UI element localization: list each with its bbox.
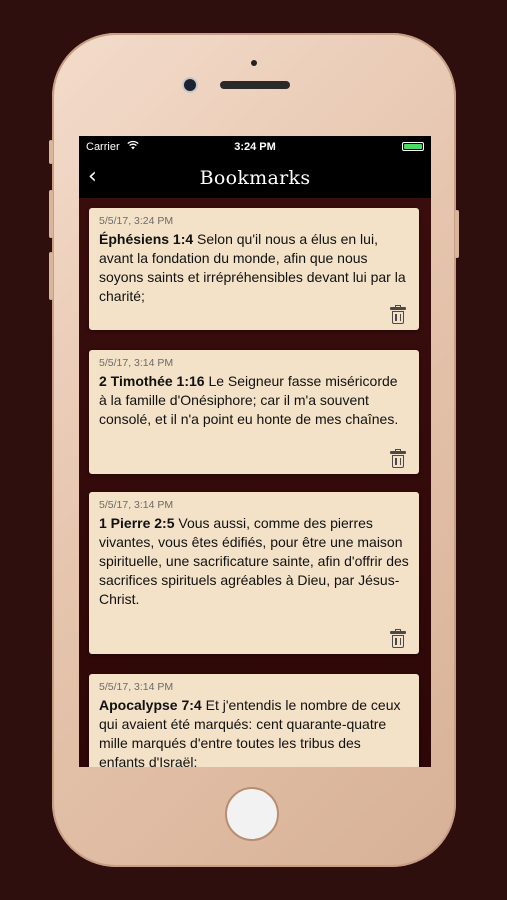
home-button[interactable] <box>225 787 279 841</box>
verse-reference: Apocalypse 7:4 <box>99 697 202 713</box>
verse-reference: 2 Timothée 1:16 <box>99 373 205 389</box>
bookmark-card[interactable]: 5/5/17, 3:14 PM 1 Pierre 2:5 Vous aussi,… <box>89 492 419 654</box>
bookmark-verse: Éphésiens 1:4 Selon qu'il nous a élus en… <box>99 230 409 306</box>
proximity-sensor <box>251 60 257 66</box>
verse-reference: 1 Pierre 2:5 <box>99 515 175 531</box>
bookmark-card[interactable]: 5/5/17, 3:24 PM Éphésiens 1:4 Selon qu'i… <box>89 208 419 330</box>
mute-switch <box>49 140 53 164</box>
status-time: 3:24 PM <box>234 141 276 153</box>
earpiece-speaker <box>220 81 290 89</box>
bookmark-verse: 2 Timothée 1:16 Le Seigneur fasse miséri… <box>99 372 409 429</box>
trash-icon[interactable] <box>390 449 406 468</box>
trash-icon[interactable] <box>390 305 406 324</box>
status-bar: Carrier 3:24 PM <box>79 136 431 158</box>
navigation-bar: ‹ Bookmarks <box>79 158 431 198</box>
verse-reference: Éphésiens 1:4 <box>99 231 194 247</box>
power-button <box>455 210 459 258</box>
volume-down-button <box>49 252 53 300</box>
battery-icon <box>402 142 424 151</box>
bookmark-verse: Apocalypse 7:4 Et j'entendis le nombre d… <box>99 696 409 767</box>
trash-icon[interactable] <box>390 629 406 648</box>
bookmark-verse: 1 Pierre 2:5 Vous aussi, comme des pierr… <box>99 514 409 609</box>
bookmark-timestamp: 5/5/17, 3:14 PM <box>99 499 174 511</box>
volume-up-button <box>49 190 53 238</box>
front-camera <box>184 79 196 91</box>
bookmark-card[interactable]: 5/5/17, 3:14 PM Apocalypse 7:4 Et j'ente… <box>89 674 419 767</box>
app-screen: Carrier 3:24 PM ‹ Bookmarks 5/5/17, 3:24… <box>79 136 431 767</box>
bookmark-timestamp: 5/5/17, 3:14 PM <box>99 681 174 693</box>
bookmark-card[interactable]: 5/5/17, 3:14 PM 2 Timothée 1:16 Le Seign… <box>89 350 419 474</box>
bookmark-list[interactable]: 5/5/17, 3:24 PM Éphésiens 1:4 Selon qu'i… <box>79 198 431 767</box>
page-title: Bookmarks <box>199 167 311 189</box>
bookmark-timestamp: 5/5/17, 3:24 PM <box>99 215 174 227</box>
bookmark-timestamp: 5/5/17, 3:14 PM <box>99 357 174 369</box>
